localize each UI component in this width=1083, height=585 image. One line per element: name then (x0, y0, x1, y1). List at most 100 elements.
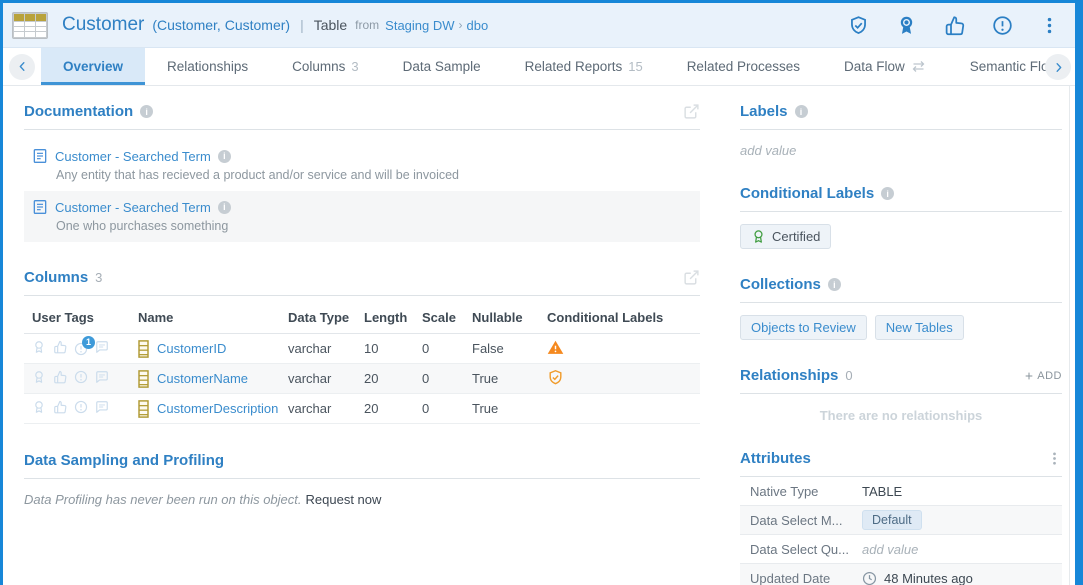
expand-icon[interactable] (683, 269, 700, 286)
page-subtitle: (Customer, Customer) (152, 17, 290, 33)
alert-circle-icon[interactable] (992, 15, 1013, 36)
columns-section: Columns 3 User Tags Name Data Type Lengt… (24, 269, 700, 424)
info-icon[interactable]: i (881, 187, 894, 200)
shield-check-icon[interactable] (848, 15, 869, 36)
comment-icon[interactable] (95, 340, 109, 357)
tab-columns[interactable]: Columns3 (270, 48, 381, 85)
attribute-label: Native Type (750, 484, 862, 499)
award-icon[interactable] (32, 340, 46, 357)
column-header: Name (130, 310, 280, 325)
default-chip[interactable]: Default (862, 510, 922, 530)
labels-section: Labels i add value (740, 103, 1062, 158)
documentation-title: Documentation (24, 103, 133, 120)
documentation-item-link[interactable]: Customer - Searched Term (55, 149, 211, 164)
documentation-item-link[interactable]: Customer - Searched Term (55, 200, 211, 215)
certified-award-icon[interactable] (896, 15, 917, 36)
column-icon (138, 370, 149, 388)
profiling-title: Data Sampling and Profiling (24, 452, 224, 469)
table-icon (12, 12, 48, 39)
nullable-cell: False (464, 341, 539, 356)
table-row: CustomerDescription varchar 20 0 True (24, 394, 700, 424)
attribute-row: Data Select Qu... add value (740, 535, 1062, 564)
labels-add-value[interactable]: add value (740, 143, 1062, 158)
attributes-section: Attributes Native Type TABLE Data Select… (740, 450, 1062, 585)
kebab-menu-icon[interactable] (1047, 451, 1062, 466)
collection-chip[interactable]: Objects to Review (740, 315, 867, 340)
kebab-menu-icon[interactable] (1040, 16, 1059, 35)
scale-cell: 0 (414, 371, 464, 386)
award-icon[interactable] (32, 400, 46, 417)
documentation-item-description: One who purchases something (56, 219, 692, 233)
add-relationship-button[interactable]: ADD (1024, 370, 1062, 382)
term-document-icon (32, 199, 48, 215)
request-now-link[interactable]: Request now (306, 492, 382, 507)
alert-circle-icon[interactable]: 1 (74, 342, 88, 356)
column-name-link[interactable]: CustomerDescription (157, 401, 278, 416)
sidebar: Labels i add value Conditional Labels i … (740, 103, 1062, 585)
collection-chip[interactable]: New Tables (875, 315, 964, 340)
warning-triangle-icon[interactable] (547, 339, 564, 359)
collections-title: Collections (740, 276, 821, 293)
tab-label: Related Reports (525, 59, 623, 74)
tabs-scroll-left-button[interactable] (9, 54, 35, 80)
attribute-row: Data Select M... Default (740, 506, 1062, 535)
thumbs-up-icon[interactable] (53, 340, 67, 357)
tab-data-flow[interactable]: Data Flow (822, 48, 948, 85)
plus-icon (1024, 371, 1034, 381)
conditional-labels-section: Conditional Labels i Certified (740, 185, 1062, 249)
shield-check-icon[interactable] (547, 369, 564, 389)
tab-data-sample[interactable]: Data Sample (381, 48, 503, 85)
alert-count-badge: 1 (82, 336, 95, 349)
attribute-label: Data Select M... (750, 513, 862, 528)
award-icon[interactable] (32, 370, 46, 387)
column-header: Data Type (280, 310, 356, 325)
breadcrumb-source-link[interactable]: Staging DW (385, 18, 454, 33)
relationships-title: Relationships (740, 367, 838, 384)
tab-related-reports[interactable]: Related Reports15 (503, 48, 665, 85)
documentation-item-description: Any entity that has recieved a product a… (56, 168, 692, 182)
table-row: 1 CustomerID varchar 10 0 False (24, 334, 700, 364)
info-icon[interactable]: i (140, 105, 153, 118)
info-icon[interactable]: i (795, 105, 808, 118)
info-icon[interactable]: i (218, 150, 231, 163)
column-name-link[interactable]: CustomerID (157, 341, 226, 356)
tab-overview[interactable]: Overview (41, 48, 145, 85)
comment-icon[interactable] (95, 400, 109, 417)
relationships-empty-message: There are no relationships (740, 408, 1062, 423)
columns-count: 3 (95, 270, 102, 285)
thumbs-up-icon[interactable] (944, 15, 965, 36)
user-tags-cell (24, 400, 130, 417)
tab-related-processes[interactable]: Related Processes (665, 48, 822, 85)
tabs-scroll-right-button[interactable] (1045, 54, 1071, 80)
tab-count: 3 (351, 59, 358, 74)
add-label: ADD (1037, 370, 1062, 382)
info-icon[interactable]: i (828, 278, 841, 291)
thumbs-up-icon[interactable] (53, 400, 67, 417)
info-icon[interactable]: i (218, 201, 231, 214)
breadcrumb-schema-link[interactable]: dbo (467, 18, 489, 33)
columns-title: Columns (24, 269, 88, 286)
expand-icon[interactable] (683, 103, 700, 120)
scrollbar-track[interactable] (1069, 86, 1070, 585)
thumbs-up-icon[interactable] (53, 370, 67, 387)
table-row: CustomerName varchar 20 0 True (24, 364, 700, 394)
column-name-link[interactable]: CustomerName (157, 371, 248, 386)
main-column: Documentation i Customer - Searched Term… (24, 103, 700, 585)
content-area: Documentation i Customer - Searched Term… (3, 86, 1075, 585)
swap-arrows-icon (911, 59, 926, 74)
column-icon (138, 340, 149, 358)
attribute-add-value[interactable]: add value (862, 542, 918, 557)
award-green-icon (751, 229, 766, 244)
certified-chip[interactable]: Certified (740, 224, 831, 249)
from-label: from (355, 18, 379, 32)
alert-circle-icon[interactable] (74, 370, 88, 387)
alert-circle-icon[interactable] (74, 400, 88, 417)
nullable-cell: True (464, 401, 539, 416)
data-type-cell: varchar (280, 401, 356, 416)
clock-icon (862, 571, 877, 585)
comment-icon[interactable] (95, 370, 109, 387)
tab-relationships[interactable]: Relationships (145, 48, 270, 85)
page-title: Customer (62, 14, 144, 36)
documentation-item: Customer - Searched Term i Any entity th… (24, 140, 700, 191)
term-document-icon (32, 148, 48, 164)
